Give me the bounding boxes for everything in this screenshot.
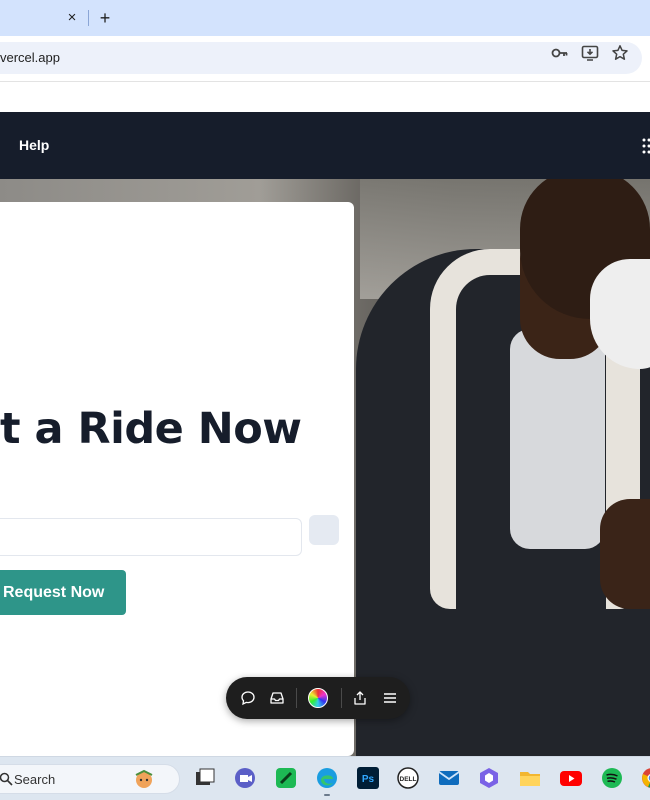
person-shirt (510, 329, 605, 549)
running-indicator (324, 794, 330, 796)
locate-button[interactable] (309, 515, 339, 545)
notes-icon[interactable] (274, 766, 298, 790)
url-text[interactable]: vercel.app (0, 50, 60, 65)
dell-icon[interactable]: DELL (396, 766, 420, 790)
tab-strip: × + (0, 0, 650, 36)
spotify-icon[interactable] (600, 766, 624, 790)
svg-text:Ps: Ps (362, 774, 375, 785)
inbox-icon[interactable] (269, 690, 285, 706)
bookmark-star-icon[interactable] (611, 44, 629, 62)
new-tab-button[interactable]: + (96, 8, 114, 28)
floating-toolbar (226, 677, 410, 719)
address-bar[interactable]: vercel.app (0, 42, 642, 74)
edge-icon[interactable] (315, 766, 339, 790)
comment-icon[interactable] (240, 690, 256, 706)
search-label: Search (14, 772, 56, 787)
grid-icon[interactable] (642, 138, 650, 154)
location-input[interactable] (0, 518, 302, 556)
svg-text:DELL: DELL (400, 776, 417, 783)
toolbar-separator (296, 688, 297, 708)
color-orb-icon[interactable] (308, 688, 328, 708)
browser-toolbar: vercel.app (0, 36, 650, 81)
site-navbar: Help (0, 112, 650, 179)
taskbar-search[interactable]: Search (0, 764, 180, 794)
hero-title: t a Ride Now (0, 404, 302, 454)
photoshop-icon[interactable]: Ps (356, 766, 380, 790)
menu-icon[interactable] (382, 690, 398, 706)
chrome-icon[interactable] (640, 766, 650, 790)
ride-request-card (0, 202, 354, 756)
close-tab-icon[interactable]: × (64, 9, 80, 27)
teams-icon[interactable] (233, 766, 257, 790)
copilot-icon[interactable] (477, 766, 501, 790)
key-icon[interactable] (551, 44, 569, 62)
person-hand (600, 499, 650, 609)
mail-icon[interactable] (437, 766, 461, 790)
nav-help-link[interactable]: Help (19, 137, 49, 153)
search-highlight-icon (135, 769, 153, 788)
youtube-icon[interactable] (559, 766, 583, 790)
request-now-button[interactable]: Request Now (0, 570, 126, 615)
tab-separator (88, 10, 89, 26)
search-icon (0, 772, 13, 786)
chrome-divider (0, 81, 650, 82)
taskbar: Search Ps DELL (0, 756, 650, 800)
toolbar-separator (341, 688, 342, 708)
install-app-icon[interactable] (581, 44, 599, 62)
file-explorer-icon[interactable] (518, 766, 542, 790)
share-icon[interactable] (352, 690, 368, 706)
task-view-icon[interactable] (193, 766, 217, 790)
